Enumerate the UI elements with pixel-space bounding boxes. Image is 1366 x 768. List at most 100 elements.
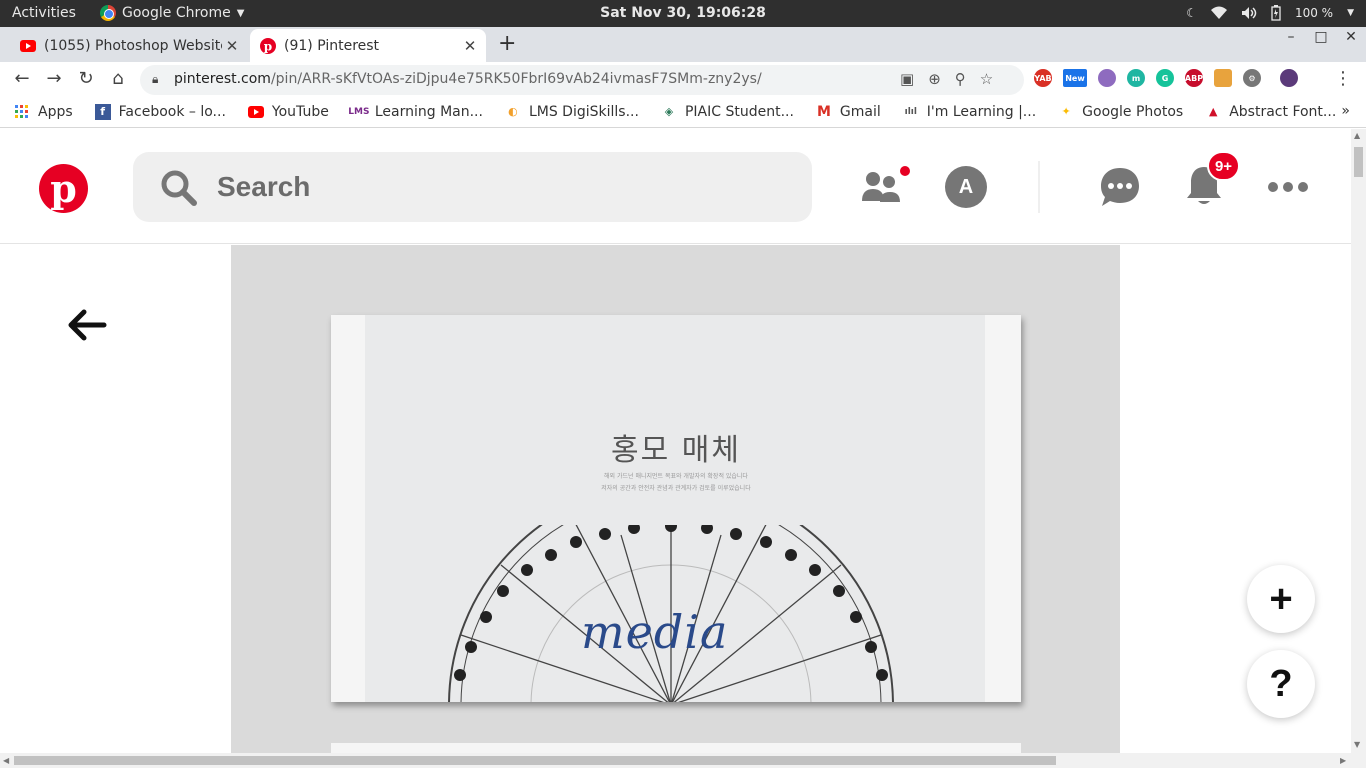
- cast-blocked-icon[interactable]: ▣: [900, 70, 914, 88]
- bookmark-youtube[interactable]: YouTube: [247, 103, 329, 120]
- bookmark-label: I'm Learning |...: [926, 103, 1037, 120]
- bookmark-star-icon[interactable]: ☆: [980, 70, 993, 88]
- vertical-scrollbar-thumb[interactable]: [1354, 147, 1363, 177]
- bookmark-label: Apps: [38, 103, 73, 120]
- add-circle-icon[interactable]: ⊕: [928, 70, 941, 88]
- yab-icon[interactable]: YAB: [1034, 69, 1052, 87]
- url-path: /pin/ARR-sKfVtOAs-ziDjpu4e75RK50FbrI69vA…: [270, 71, 762, 87]
- back-button[interactable]: ←: [12, 68, 32, 89]
- youtube-icon: [247, 104, 264, 120]
- close-window-icon[interactable]: ✕: [1336, 29, 1366, 45]
- more-options-icon[interactable]: [1268, 179, 1308, 198]
- pin-image-card: 홍모 매체 해외 가드넌 매니지먼트 목표와 개발자의 확장적 있습니다 저자의…: [331, 315, 1021, 702]
- battery-label: 100 %: [1294, 6, 1334, 20]
- tab-title: (91) Pinterest: [284, 37, 380, 54]
- lock-icon[interactable]: 🔒︎: [152, 72, 158, 87]
- battery-icon: [1271, 5, 1281, 21]
- tab-strip: (1055) Photoshop Website ✕ p (91) Pinter…: [0, 27, 1366, 62]
- scroll-left-icon[interactable]: ◀: [3, 756, 9, 765]
- notifications-badge: 9+: [1207, 151, 1240, 181]
- bookmark-im-learning[interactable]: ılıl I'm Learning |...: [903, 103, 1037, 120]
- abstract-font-icon: ▲: [1208, 105, 1218, 118]
- pin-image[interactable]: 홍모 매체 해외 가드넌 매니지먼트 목표와 개발자의 확장적 있습니다 저자의…: [231, 245, 1120, 768]
- profile-avatar-icon[interactable]: [1280, 69, 1298, 87]
- new-extension-icon[interactable]: New: [1063, 69, 1087, 87]
- search-bar[interactable]: [133, 152, 812, 222]
- forward-button[interactable]: →: [44, 68, 64, 89]
- digiskills-icon: ◐: [508, 105, 518, 118]
- fine-text-line: 해외 가드넌 매니지먼트 목표와 개발자의 확장적 있습니다: [604, 473, 748, 480]
- svg-text:p: p: [264, 39, 272, 53]
- youtube-icon: [20, 38, 36, 54]
- system-menu-chevron-icon: ▼: [1347, 8, 1354, 18]
- back-arrow-icon[interactable]: [66, 308, 108, 346]
- gmail-icon: M: [816, 103, 831, 120]
- facebook-icon: f: [94, 103, 111, 120]
- bookmark-abstract-font[interactable]: ▲ Abstract Font...: [1205, 104, 1336, 120]
- more-bookmarks-icon[interactable]: »: [1341, 103, 1350, 119]
- lms-icon: LMS: [348, 106, 370, 117]
- avatar[interactable]: A: [945, 166, 987, 208]
- close-tab-icon[interactable]: ✕: [222, 37, 242, 55]
- new-tab-button[interactable]: +: [498, 31, 516, 56]
- bookmark-google-photos[interactable]: ✦ Google Photos: [1058, 104, 1184, 120]
- system-tray[interactable]: ☾ 100 % ▼: [1186, 5, 1354, 21]
- url-domain: pinterest.com: [174, 71, 271, 87]
- google-photos-icon: ✦: [1061, 105, 1071, 118]
- chrome-menu-icon[interactable]: ⋮: [1334, 68, 1352, 89]
- bookmark-label: PIAIC Student...: [684, 103, 794, 120]
- zoom-icon[interactable]: ⚲: [955, 70, 966, 88]
- add-button[interactable]: +: [1247, 565, 1315, 633]
- tab-photoshop-website[interactable]: (1055) Photoshop Website ✕: [0, 29, 248, 62]
- bookmark-label: Abstract Font...: [1229, 103, 1337, 120]
- os-top-bar: Activities Google Chrome ▼ Sat Nov 30, 1…: [0, 0, 1366, 27]
- bookmark-piaic-student[interactable]: ◈ PIAIC Student...: [661, 104, 794, 120]
- minimize-icon[interactable]: –: [1276, 29, 1306, 45]
- close-tab-icon[interactable]: ✕: [460, 37, 480, 55]
- fine-text-line: 저자의 공간과 안전자 관념과 관계자가 검토를 이루었습니다: [601, 485, 751, 492]
- search-input[interactable]: [217, 168, 777, 206]
- wifi-icon: [1210, 6, 1227, 19]
- url-text: pinterest.com/pin/ARR-sKfVtOAs-ziDjpu4e7…: [174, 71, 762, 87]
- tab-pinterest[interactable]: p (91) Pinterest ✕: [250, 29, 486, 62]
- horizontal-scrollbar-thumb[interactable]: [14, 756, 1056, 765]
- horizontal-scrollbar[interactable]: ◀ ▶: [0, 753, 1366, 768]
- bookmark-lms-digiskills[interactable]: ◐ LMS DigiSkills...: [505, 104, 639, 120]
- scroll-right-icon[interactable]: ▶: [1340, 756, 1346, 765]
- header-divider: [1038, 161, 1040, 213]
- clock[interactable]: Sat Nov 30, 19:06:28: [0, 5, 1366, 21]
- adblock-plus-icon[interactable]: ABP: [1185, 69, 1203, 87]
- settings-extension-icon[interactable]: ⚙: [1243, 69, 1261, 87]
- home-button[interactable]: ⌂: [108, 68, 128, 89]
- scroll-down-icon[interactable]: ▼: [1354, 740, 1360, 749]
- bookmarks-bar: Apps f Facebook – lo... YouTube LMS Lear…: [0, 96, 1366, 128]
- bookmark-label: Gmail: [839, 103, 881, 120]
- scroll-up-icon[interactable]: ▲: [1354, 131, 1360, 140]
- extensions-area: YAB New m G ABP ⚙: [1034, 69, 1298, 87]
- bookmark-facebook[interactable]: f Facebook – lo...: [94, 103, 226, 120]
- maximize-icon[interactable]: □: [1306, 29, 1336, 45]
- messages-icon[interactable]: [1099, 166, 1141, 212]
- korean-title: 홍모 매체: [611, 433, 741, 468]
- cisco-icon: ılıl: [904, 106, 917, 117]
- address-bar[interactable]: 🔒︎ pinterest.com/pin/ARR-sKfVtOAs-ziDjpu…: [140, 65, 1024, 95]
- pinterest-logo-icon[interactable]: p: [39, 164, 88, 213]
- help-button[interactable]: ?: [1247, 650, 1315, 718]
- vertical-scrollbar[interactable]: ▲ ▼: [1351, 129, 1366, 753]
- face-extension-icon[interactable]: [1214, 69, 1232, 87]
- mendeley-icon[interactable]: m: [1127, 69, 1145, 87]
- bookmark-learning-management[interactable]: LMS Learning Man...: [348, 104, 483, 120]
- pinterest-header: p A 9+: [0, 129, 1351, 244]
- night-light-icon: ☾: [1186, 6, 1197, 20]
- bookmark-apps[interactable]: Apps: [14, 104, 73, 120]
- people-icon[interactable]: [862, 169, 902, 209]
- tab-title: (1055) Photoshop Website: [44, 37, 222, 54]
- people-notification-dot: [900, 166, 910, 176]
- grammarly-icon[interactable]: G: [1156, 69, 1174, 87]
- bookmark-label: YouTube: [271, 103, 329, 120]
- reload-button[interactable]: ↻: [76, 68, 96, 89]
- volume-icon: [1241, 7, 1257, 19]
- bug-icon[interactable]: [1098, 69, 1116, 87]
- bookmark-label: LMS DigiSkills...: [528, 103, 639, 120]
- bookmark-gmail[interactable]: M Gmail: [816, 104, 881, 120]
